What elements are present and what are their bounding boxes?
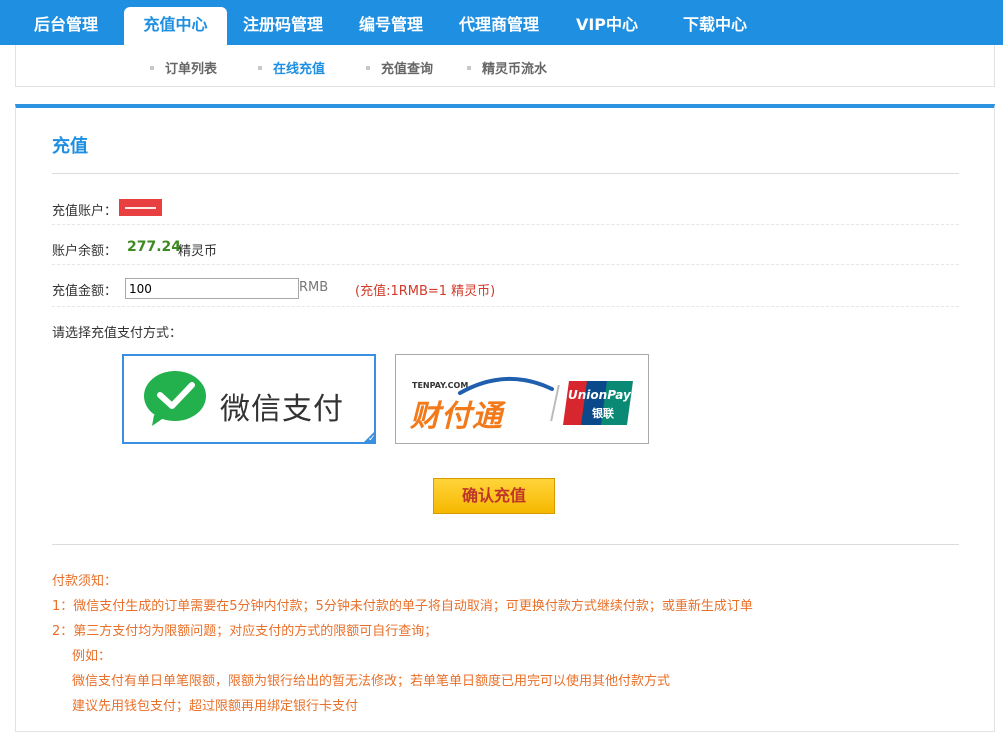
- amount-unit: RMB: [299, 280, 329, 295]
- confirm-recharge-button[interactable]: 确认充值: [433, 478, 555, 514]
- subnav-coin-flow[interactable]: 精灵币流水: [467, 58, 547, 77]
- bullet-icon: [150, 65, 154, 70]
- subnav-order-list[interactable]: 订单列表: [150, 58, 217, 77]
- wechat-logo-icon: [144, 371, 206, 426]
- balance-value: 277.24: [127, 239, 182, 255]
- notice-example-label: 例如：: [72, 649, 112, 664]
- notice-line-1: 1：微信支付生成的订单需要在5分钟内付款；5分钟未付款的单子将自动取消；可更换付…: [52, 599, 753, 614]
- subnav-label: 在线充值: [273, 62, 326, 77]
- bullet-icon: [366, 65, 370, 70]
- notice-example-2: 建议先用钱包支付；超过限额再用绑定银行卡支付: [72, 699, 359, 714]
- rate-note: (充值:1RMB=1 精灵币): [355, 284, 496, 299]
- top-nav: 后台管理 充值中心 注册码管理 编号管理 代理商管理 VIP中心 下载中心: [0, 0, 1003, 45]
- unionpay-cn-text: 银联: [592, 407, 614, 420]
- row-divider: [52, 224, 959, 225]
- tenpay-option[interactable]: TENPAY.COM 财付通 UnionPay 银联: [395, 354, 649, 444]
- pay-method-label: 请选择充值支付方式：: [52, 326, 183, 341]
- amount-input[interactable]: [125, 278, 299, 299]
- selected-check-icon: ✓: [362, 430, 376, 444]
- redaction-mark: [125, 207, 156, 209]
- wechat-pay-option[interactable]: 微信支付 ✓: [122, 354, 376, 444]
- notice-title: 付款须知：: [52, 574, 118, 589]
- bullet-icon: [258, 65, 262, 70]
- tenpay-text: 财付通: [410, 399, 503, 434]
- subnav-recharge-query[interactable]: 充值查询: [366, 58, 433, 77]
- unionpay-text: UnionPay: [568, 388, 631, 402]
- tab-agent[interactable]: 代理商管理: [447, 0, 551, 45]
- row-divider: [52, 264, 959, 265]
- account-label: 充值账户：: [52, 204, 118, 219]
- balance-label: 账户余额：: [52, 244, 118, 259]
- tab-number[interactable]: 编号管理: [345, 0, 437, 45]
- wechat-pay-text: 微信支付: [220, 392, 344, 427]
- bullet-icon: [467, 65, 471, 70]
- amount-label: 充值金额：: [52, 284, 118, 299]
- tab-admin[interactable]: 后台管理: [18, 0, 114, 45]
- account-value-redacted: [119, 199, 162, 216]
- recharge-panel: 充值 充值账户： 账户余额： 277.24 精灵币 充值金额： RMB (充值:…: [15, 104, 995, 732]
- row-divider: [52, 306, 959, 307]
- tab-download[interactable]: 下载中心: [670, 0, 760, 45]
- subnav-online-recharge[interactable]: 在线充值: [258, 58, 325, 77]
- tab-recharge-center[interactable]: 充值中心: [124, 7, 227, 45]
- tab-vip[interactable]: VIP中心: [563, 0, 651, 45]
- panel-title: 充值: [52, 136, 88, 157]
- sub-nav: 订单列表 在线充值 充值查询 精灵币流水: [15, 45, 995, 87]
- balance-unit: 精灵币: [178, 244, 218, 259]
- divider: [52, 544, 959, 545]
- subnav-label: 订单列表: [165, 62, 218, 77]
- notice-line-2: 2：第三方支付均为限额问题；对应支付的方式的限额可自行查询；: [52, 624, 438, 639]
- subnav-label: 充值查询: [381, 62, 434, 77]
- tab-regcode[interactable]: 注册码管理: [231, 0, 335, 45]
- subnav-label: 精灵币流水: [482, 62, 548, 77]
- notice-example-1: 微信支付有单日单笔限额，限额为银行给出的暂无法修改；若单笔单日额度已用完可以使用…: [72, 674, 671, 689]
- divider: [52, 173, 959, 174]
